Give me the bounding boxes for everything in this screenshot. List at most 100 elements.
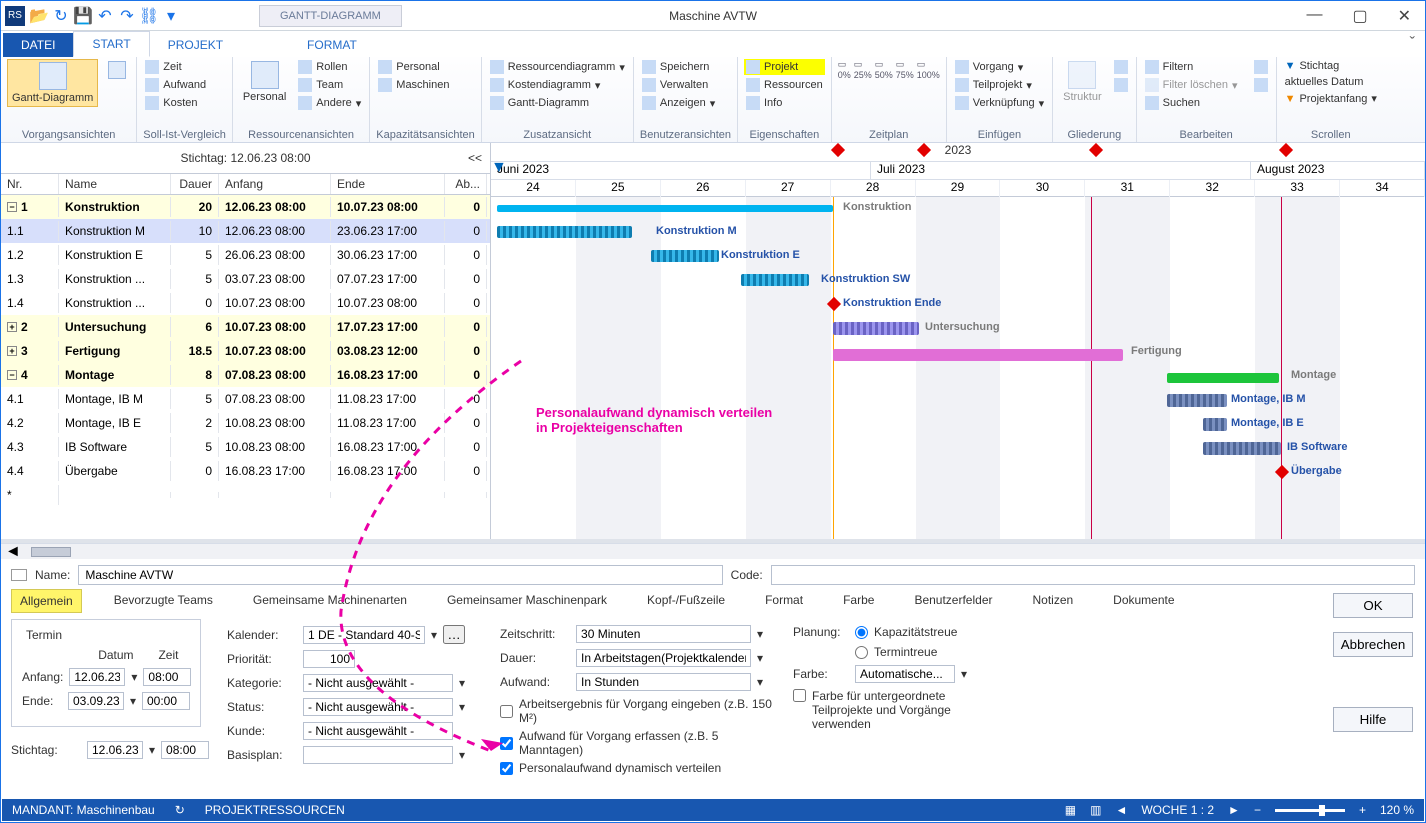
table-row[interactable]: 4.1Montage, IB M507.08.23 08:0011.08.23 … — [1, 387, 490, 411]
view-icon2[interactable]: ▥ — [1090, 803, 1101, 817]
kosten-button[interactable]: Kosten — [143, 95, 208, 111]
farbe-untergeordnet-check[interactable] — [793, 689, 806, 702]
ressourcen-button[interactable]: Ressourcen — [744, 77, 825, 93]
filtern-button[interactable]: Filtern — [1143, 59, 1240, 75]
table-row[interactable]: 1.4Konstruktion ...010.07.23 08:0010.07.… — [1, 291, 490, 315]
milestone-icon[interactable] — [1275, 465, 1289, 479]
zoom-out-icon[interactable]: − — [1254, 803, 1261, 817]
maximize-icon[interactable]: ▢ — [1352, 6, 1367, 26]
team-button[interactable]: Team — [296, 77, 363, 93]
link-icon[interactable]: ⛓ — [141, 8, 157, 24]
table-row[interactable]: * — [1, 483, 490, 507]
redo-icon[interactable]: ↷ — [119, 8, 135, 24]
table-row[interactable]: 1.3Konstruktion ...503.07.23 08:0007.07.… — [1, 267, 490, 291]
zoom100-btn[interactable]: ▭100% — [917, 59, 940, 80]
table-row[interactable]: 1.1Konstruktion M1012.06.23 08:0023.06.2… — [1, 219, 490, 243]
hilfe-button[interactable]: Hilfe — [1333, 707, 1413, 732]
projektanfang-button[interactable]: ▼Projektanfang ▾ — [1283, 91, 1379, 106]
context-tab-gantt[interactable]: GANTT-DIAGRAMM — [259, 5, 402, 27]
table-row[interactable]: −4Montage807.08.23 08:0016.08.23 17:000 — [1, 363, 490, 387]
edit-btn2[interactable] — [1252, 77, 1270, 93]
qat-dropdown-icon[interactable]: ▾ — [163, 8, 179, 24]
bar-montage-ibm[interactable] — [1167, 394, 1227, 407]
kalender-select[interactable] — [303, 626, 425, 644]
kostendiagramm-button[interactable]: Kostendiagramm ▾ — [488, 77, 627, 93]
table-row[interactable]: 4.2Montage, IB E210.08.23 08:0011.08.23 … — [1, 411, 490, 435]
prop-tab[interactable]: Gemeinsame Machinenarten — [245, 589, 415, 613]
speichern-button[interactable]: Speichern — [640, 59, 717, 75]
prop-tab[interactable]: Format — [757, 589, 811, 613]
prop-tab[interactable]: Notizen — [1024, 589, 1081, 613]
anzeigen-button[interactable]: Anzeigen ▾ — [640, 95, 717, 111]
farbe-select[interactable] — [855, 665, 955, 683]
gantt-diagram-button[interactable]: Gantt-Diagramm — [7, 59, 98, 107]
stichtag-date[interactable] — [87, 741, 143, 759]
name-input[interactable] — [78, 565, 722, 585]
table-row[interactable]: +3Fertigung18.510.07.23 08:0003.08.23 12… — [1, 339, 490, 363]
prop-tab[interactable]: Bevorzugte Teams — [106, 589, 221, 613]
milestone-icon[interactable] — [827, 297, 841, 311]
prop-tab[interactable]: Dokumente — [1105, 589, 1182, 613]
col-ende[interactable]: Ende — [331, 174, 445, 194]
table-row[interactable]: 1.2Konstruktion E526.06.23 08:0030.06.23… — [1, 243, 490, 267]
aufwand-button[interactable]: Aufwand — [143, 77, 208, 93]
arbeitsergebnis-check[interactable] — [500, 705, 513, 718]
anfang-time[interactable] — [143, 668, 191, 686]
tab-format[interactable]: FORMAT — [289, 33, 375, 57]
prioritaet-input[interactable] — [303, 650, 355, 668]
ende-date[interactable] — [68, 692, 124, 710]
view-icon1[interactable]: ▦ — [1065, 803, 1076, 817]
kategorie-select[interactable] — [303, 674, 453, 692]
tab-projekt[interactable]: PROJEKT — [150, 33, 241, 57]
table-row[interactable]: −1Konstruktion2012.06.23 08:0010.07.23 0… — [1, 195, 490, 219]
termintreue-radio[interactable] — [855, 646, 868, 659]
rollen-button[interactable]: Rollen — [296, 59, 363, 75]
status-select[interactable] — [303, 698, 453, 716]
vorgang-button[interactable]: Vorgang ▾ — [953, 59, 1046, 75]
zoom75-btn[interactable]: ▭75% — [896, 59, 914, 80]
kalender-browse[interactable]: … — [443, 625, 465, 644]
table-row[interactable]: +2Untersuchung610.07.23 08:0017.07.23 17… — [1, 315, 490, 339]
prop-tab[interactable]: Benutzerfelder — [906, 589, 1000, 613]
verwalten-button[interactable]: Verwalten — [640, 77, 717, 93]
undo-icon[interactable]: ↶ — [97, 8, 113, 24]
bar-konstruktion-m[interactable] — [497, 226, 632, 238]
dauer-select[interactable] — [576, 649, 751, 667]
personal-big-button[interactable]: Personal — [239, 59, 290, 105]
zoom50-btn[interactable]: ▭50% — [875, 59, 893, 80]
tab-datei[interactable]: DATEI — [3, 33, 73, 57]
aufwand-erfassen-check[interactable] — [500, 737, 513, 750]
prop-tab[interactable]: Kopf-/Fußzeile — [639, 589, 733, 613]
color-swatch[interactable] — [11, 569, 27, 581]
ok-button[interactable]: OK — [1333, 593, 1413, 618]
collapse-ribbon-icon[interactable]: ˇ — [1400, 31, 1425, 57]
kapazitaetstreue-radio[interactable] — [855, 626, 868, 639]
zoom-slider[interactable] — [1275, 809, 1345, 812]
verknuepfung-button[interactable]: Verknüpfung ▾ — [953, 95, 1046, 111]
maschinen-button[interactable]: Maschinen — [376, 77, 451, 93]
col-name[interactable]: Name — [59, 174, 171, 194]
aktdatum-button[interactable]: aktuelles Datum — [1283, 75, 1379, 89]
andere-button[interactable]: Andere ▾ — [296, 95, 363, 111]
col-ab[interactable]: Ab... — [445, 174, 487, 194]
refresh-icon[interactable]: ↻ — [53, 8, 69, 24]
save-icon[interactable]: 💾 — [75, 8, 91, 24]
tab-start[interactable]: START — [73, 31, 149, 57]
anfang-date[interactable] — [69, 668, 125, 686]
col-anfang[interactable]: Anfang — [219, 174, 331, 194]
bar-konstruktion-sw[interactable] — [741, 274, 809, 286]
collapse-arrow-icon[interactable]: << — [468, 151, 482, 165]
table-row[interactable]: 4.4Übergabe016.08.23 17:0016.08.23 17:00… — [1, 459, 490, 483]
woche-next-icon[interactable]: ► — [1228, 803, 1240, 817]
zeitschritt-select[interactable] — [576, 625, 751, 643]
h-scrollbar[interactable]: ◄ — [1, 543, 1425, 559]
kunde-select[interactable] — [303, 722, 453, 740]
bar-montage[interactable] — [1167, 373, 1279, 383]
aufwand-select[interactable] — [576, 673, 751, 691]
outdent-button[interactable] — [1112, 77, 1130, 93]
code-input[interactable] — [771, 565, 1415, 585]
view-button[interactable] — [104, 59, 130, 81]
resdiagramm-button[interactable]: Ressourcendiagramm ▾ — [488, 59, 627, 75]
ende-time[interactable] — [142, 692, 190, 710]
bar-fertigung[interactable] — [833, 349, 1123, 361]
